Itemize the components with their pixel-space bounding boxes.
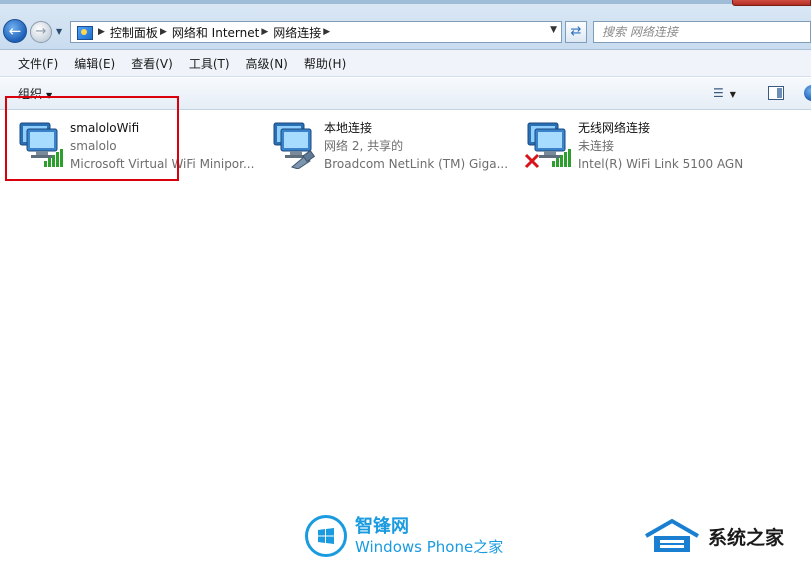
wifi-disconnected-icon xyxy=(524,122,571,169)
control-panel-icon xyxy=(76,25,93,40)
forward-arrow-icon: → xyxy=(35,24,47,39)
menu-help[interactable]: 帮助(H) xyxy=(296,55,354,72)
back-arrow-icon: ← xyxy=(8,22,22,40)
chevron-down-icon[interactable]: ▼ xyxy=(550,25,557,35)
house-logo-icon xyxy=(645,518,699,552)
window-frame-top xyxy=(0,0,732,4)
menu-tools[interactable]: 工具(T) xyxy=(181,55,238,72)
watermark-right-text: 系统之家 xyxy=(708,526,785,549)
watermark-right: 系统之家 xyxy=(642,516,811,556)
change-view-button[interactable]: ☰ ▼ xyxy=(713,86,747,102)
recent-pages-dropdown[interactable]: ▼ xyxy=(56,27,66,37)
menu-view[interactable]: 查看(V) xyxy=(123,55,181,72)
menu-advanced[interactable]: 高级(N) xyxy=(238,55,296,72)
connection-adapter: Intel(R) WiFi Link 5100 AGN xyxy=(578,157,744,171)
breadcrumb-control-panel[interactable]: 控制面板 xyxy=(110,24,158,41)
refresh-button[interactable]: ⇄ xyxy=(565,21,587,43)
preview-pane-button[interactable] xyxy=(768,86,784,100)
windows-logo-icon xyxy=(305,515,347,557)
watermark-left: 智锋网 Windows Phone之家 xyxy=(305,513,503,559)
menu-bar: 文件(F) 编辑(E) 查看(V) 工具(T) 高级(N) 帮助(H) xyxy=(0,50,811,77)
breadcrumb-arrow-icon[interactable]: ▶ xyxy=(261,27,268,37)
view-list-icon: ☰ xyxy=(713,86,724,100)
breadcrumb-arrow-icon[interactable]: ▶ xyxy=(160,27,167,37)
breadcrumb-network-connections[interactable]: 网络连接 xyxy=(273,24,321,41)
address-bar-area: ← → ▼ ▶ 控制面板 ▶ 网络和 Internet ▶ 网络连接 ▶ ▼ ⇄… xyxy=(0,0,811,50)
refresh-icon: ⇄ xyxy=(570,24,582,39)
connection-adapter: Broadcom NetLink (TM) Giga... xyxy=(324,157,509,171)
back-button[interactable]: ← xyxy=(3,19,27,43)
connection-item-wireless[interactable]: 无线网络连接 未连接 Intel(R) WiFi Link 5100 AGN xyxy=(524,119,764,179)
breadcrumb-arrow-icon[interactable]: ▶ xyxy=(323,27,330,37)
breadcrumb-network-internet[interactable]: 网络和 Internet xyxy=(172,24,259,41)
connection-name: 无线网络连接 xyxy=(578,121,651,135)
highlight-box xyxy=(5,96,179,181)
address-box[interactable]: ▶ 控制面板 ▶ 网络和 Internet ▶ 网络连接 ▶ ▼ xyxy=(70,21,562,43)
breadcrumb-arrow-icon[interactable]: ▶ xyxy=(98,27,105,37)
forward-button[interactable]: → xyxy=(30,21,52,43)
help-icon[interactable] xyxy=(804,85,811,101)
connection-status: 未连接 xyxy=(578,139,615,153)
connection-status: 网络 2, 共享的 xyxy=(324,139,404,153)
ethernet-monitor-icon xyxy=(273,122,316,169)
close-window-button[interactable] xyxy=(732,0,811,6)
watermark-left-en: Windows Phone之家 xyxy=(355,538,504,556)
chevron-down-icon: ▼ xyxy=(729,90,736,99)
menu-file[interactable]: 文件(F) xyxy=(10,55,66,72)
watermark-left-cn: 智锋网 xyxy=(355,516,409,537)
connection-item-local[interactable]: 本地连接 网络 2, 共享的 Broadcom NetLink (TM) Gig… xyxy=(270,119,510,179)
menu-edit[interactable]: 编辑(E) xyxy=(66,55,123,72)
search-input[interactable]: 搜索 网络连接 xyxy=(593,21,811,43)
connection-name: 本地连接 xyxy=(324,121,373,135)
